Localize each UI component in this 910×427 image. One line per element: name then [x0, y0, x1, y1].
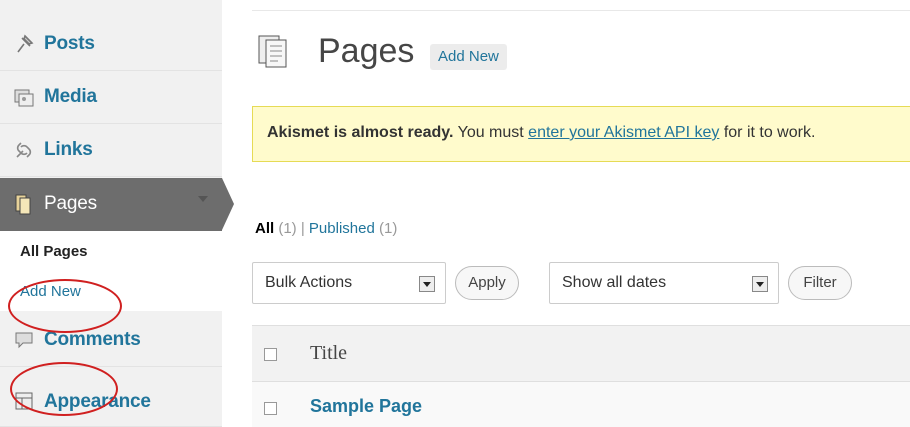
sidebar-item-media[interactable]: Media [0, 71, 222, 124]
sidebar-item-pages[interactable]: Pages [0, 178, 234, 231]
link-icon [16, 142, 32, 158]
notice-post: for it to work. [719, 124, 816, 141]
annotation-circle-add-new [8, 279, 122, 333]
sidebar-item-posts[interactable]: Posts [0, 18, 222, 71]
table-header: Title [252, 325, 910, 382]
comments-icon [15, 332, 33, 349]
submenu-all-pages[interactable]: All Pages [20, 243, 88, 260]
date-filter-select[interactable]: Show all dates [549, 262, 779, 304]
sidebar-item-label: Pages [44, 193, 97, 214]
select-all-checkbox[interactable] [264, 348, 277, 361]
table-row: Sample Page [252, 382, 910, 427]
notice-text: Akismet is almost ready. You must enter … [267, 124, 815, 142]
notice-bold: Akismet is almost ready. [267, 124, 454, 141]
add-new-button[interactable]: Add New [430, 44, 507, 70]
sidebar-item-label: Posts [44, 33, 95, 54]
column-title[interactable]: Title [310, 342, 347, 365]
annotation-circle-appearance [10, 362, 118, 416]
pages-header-icon [258, 35, 287, 68]
sidebar-item-label: Media [44, 86, 97, 107]
apply-button[interactable]: Apply [455, 266, 519, 300]
filter-button[interactable]: Filter [788, 266, 852, 300]
dropdown-arrow-icon [752, 276, 768, 292]
top-divider [252, 10, 910, 11]
notice-pre: You must [453, 124, 529, 141]
view-published-link[interactable]: Published [309, 220, 375, 237]
admin-sidebar: Posts Media Links Pages All Pages Add Ne… [0, 0, 234, 427]
view-filters: All (1) | Published (1) [255, 220, 397, 237]
bulk-actions-value: Bulk Actions [265, 274, 353, 291]
row-checkbox[interactable] [264, 402, 277, 415]
view-published-count: (1) [378, 220, 398, 237]
akismet-api-key-link[interactable]: enter your Akismet API key [528, 124, 719, 141]
dropdown-arrow-icon [419, 276, 435, 292]
page-title: Pages [318, 32, 415, 70]
pushpin-icon [17, 34, 34, 53]
date-filter-value: Show all dates [562, 274, 667, 291]
view-all-link[interactable]: All [255, 220, 274, 237]
active-indicator-arrow [222, 178, 234, 230]
pages-icon [15, 194, 31, 215]
view-all-count: (1) [278, 220, 297, 237]
view-separator: | [296, 220, 309, 237]
row-title-link[interactable]: Sample Page [310, 396, 422, 417]
akismet-notice: Akismet is almost ready. You must enter … [252, 106, 910, 162]
media-icon [14, 89, 34, 107]
chevron-down-icon [198, 196, 208, 202]
sidebar-item-links[interactable]: Links [0, 124, 222, 177]
bulk-actions-select[interactable]: Bulk Actions [252, 262, 446, 304]
sidebar-item-label: Links [44, 139, 93, 160]
